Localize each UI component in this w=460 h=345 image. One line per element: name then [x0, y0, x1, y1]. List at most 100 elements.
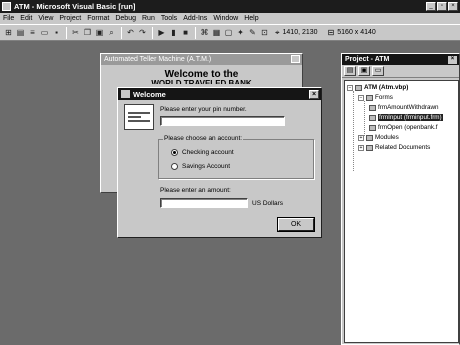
image-line [128, 116, 142, 118]
pin-label: Please enter your pin number. [160, 106, 247, 113]
form-icon [369, 104, 376, 111]
project-toolbar: ▤ ▣ ▭ [342, 65, 459, 78]
forms-folder-label: Forms [375, 94, 393, 101]
dialog-close-button[interactable]: × [309, 89, 319, 99]
menu-window[interactable]: Window [213, 15, 238, 22]
position-icon: ⌖ [275, 27, 280, 37]
size-icon: ⊟ [327, 28, 335, 37]
tree-root[interactable]: − ATM (Atm.vbp) [347, 84, 408, 91]
open-icon[interactable]: ▭ [39, 27, 50, 38]
data-view-icon[interactable]: ⊡ [259, 27, 270, 38]
form-layout-icon[interactable]: ▢ [223, 27, 234, 38]
related-folder-label: Related Documents [375, 144, 431, 151]
checking-radio[interactable]: Checking account [171, 149, 234, 156]
project-tree: − ATM (Atm.vbp) − Forms frmAmountWithdra… [344, 80, 459, 343]
start-icon[interactable]: ▶ [156, 27, 167, 38]
break-icon[interactable]: ▮ [168, 27, 179, 38]
tree-form-item-selected[interactable]: frmInput (frminput.frm) [369, 114, 443, 121]
toolbar-separator [121, 26, 122, 39]
form-item-label: frmAmountWithdrawn [378, 104, 439, 111]
main-title-bar: ATM - Microsoft Visual Basic [run] _ ▫ × [0, 0, 460, 13]
tree-line [353, 91, 354, 171]
account-frame-label: Please choose an account: [163, 135, 244, 142]
paste-icon[interactable]: ▣ [94, 27, 105, 38]
image-line [128, 112, 150, 114]
atm-bank-name: WORLD TRAVELED BANK [151, 79, 252, 84]
menu-add-ins[interactable]: Add-Ins [183, 15, 207, 22]
redo-icon[interactable]: ↷ [137, 27, 148, 38]
menu-view[interactable]: View [38, 15, 53, 22]
folder-icon [366, 144, 373, 151]
minimize-button[interactable]: _ [426, 2, 436, 11]
save-icon[interactable]: ▪ [51, 27, 62, 38]
standard-toolbar: ⊞ ▤ ≡ ▭ ▪ ✂ ❐ ▣ ⌕ ↶ ↷ ▶ ▮ ■ ⌘ ▦ ▢ ✦ ✎ ⊡ … [0, 24, 460, 41]
dialog-title: Welcome [133, 89, 166, 99]
ok-button[interactable]: OK [278, 218, 314, 231]
view-code-icon[interactable]: ▤ [344, 66, 356, 76]
atm-form-title-bar: Automated Teller Machine (A.T.M.) [101, 54, 302, 65]
atm-form-title: Automated Teller Machine (A.T.M.) [104, 56, 212, 63]
toolbar-separator [195, 26, 196, 39]
project-explorer-icon[interactable]: ⌘ [199, 27, 210, 38]
menu-format[interactable]: Format [87, 15, 109, 22]
toggle-folders-icon[interactable]: ▭ [372, 66, 384, 76]
window-title: ATM - Microsoft Visual Basic [run] [14, 2, 136, 11]
menu-editor-icon[interactable]: ≡ [27, 27, 38, 38]
tree-form-item[interactable]: frmAmountWithdrawn [369, 104, 439, 111]
project-title-bar: Project - ATM × [342, 54, 459, 65]
view-object-icon[interactable]: ▣ [358, 66, 370, 76]
form-icon [369, 124, 376, 131]
project-title: Project - ATM [345, 56, 390, 63]
folder-icon [366, 94, 373, 101]
tree-forms-folder[interactable]: − Forms [358, 94, 393, 101]
tree-modules-folder[interactable]: + Modules [358, 134, 399, 141]
menu-help[interactable]: Help [244, 15, 258, 22]
undo-icon[interactable]: ↶ [125, 27, 136, 38]
cut-icon[interactable]: ✂ [70, 27, 81, 38]
tree-form-item[interactable]: frmOpen (openbank.f [369, 124, 438, 131]
find-icon[interactable]: ⌕ [106, 27, 117, 38]
welcome-dialog[interactable]: Welcome × Please enter your pin number. … [117, 87, 322, 238]
menu-bar: File Edit View Project Format Debug Run … [0, 13, 460, 24]
collapse-icon[interactable]: − [358, 94, 364, 101]
menu-run[interactable]: Run [142, 15, 155, 22]
toolbox-icon[interactable]: ✎ [247, 27, 258, 38]
copy-icon[interactable]: ❐ [82, 27, 93, 38]
project-explorer: Project - ATM × ▤ ▣ ▭ − ATM (Atm.vbp) − … [341, 53, 460, 345]
form-item-label: frmInput (frminput.frm) [378, 114, 443, 121]
object-browser-icon[interactable]: ✦ [235, 27, 246, 38]
collapse-icon[interactable]: − [347, 84, 353, 91]
pin-input[interactable] [160, 116, 285, 126]
menu-file[interactable]: File [3, 15, 14, 22]
menu-tools[interactable]: Tools [161, 15, 177, 22]
tree-line [364, 101, 365, 136]
add-project-icon[interactable]: ⊞ [3, 27, 14, 38]
menu-edit[interactable]: Edit [20, 15, 32, 22]
savings-radio[interactable]: Savings Account [171, 163, 230, 170]
savings-radio-dot[interactable] [171, 163, 178, 170]
position-readout: ⌖ 1410, 2130 [275, 28, 318, 38]
restore-button[interactable]: ▫ [437, 2, 447, 11]
atm-form-close-button[interactable] [291, 55, 300, 63]
project-icon [355, 84, 362, 91]
atm-welcome-heading: Welcome to the [164, 69, 239, 80]
amount-input[interactable] [160, 198, 248, 208]
menu-debug[interactable]: Debug [115, 15, 136, 22]
add-form-icon[interactable]: ▤ [15, 27, 26, 38]
end-icon[interactable]: ■ [180, 27, 191, 38]
vb-app-icon [2, 2, 11, 11]
properties-icon[interactable]: ▦ [211, 27, 222, 38]
expand-icon[interactable]: + [358, 134, 364, 141]
toolbar-separator [66, 26, 67, 39]
bank-card-image [124, 104, 154, 130]
menu-project[interactable]: Project [59, 15, 81, 22]
modules-folder-label: Modules [375, 134, 399, 141]
tree-related-folder[interactable]: + Related Documents [358, 144, 430, 151]
size-readout: ⊟ 5160 x 4140 [328, 28, 376, 37]
dialog-title-bar: Welcome × [118, 88, 321, 100]
expand-icon[interactable]: + [358, 144, 364, 151]
form-item-label: frmOpen (openbank.f [378, 124, 438, 131]
checking-radio-dot[interactable] [171, 149, 178, 156]
close-button[interactable]: × [448, 2, 458, 11]
project-close-button[interactable]: × [448, 55, 457, 64]
